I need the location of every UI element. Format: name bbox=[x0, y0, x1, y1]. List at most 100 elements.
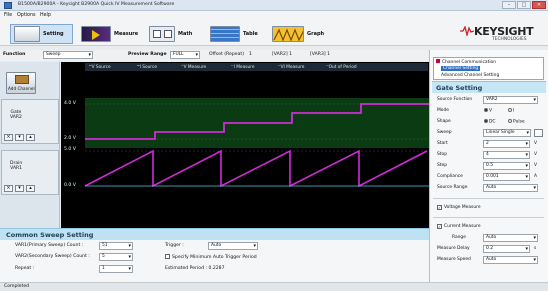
drain-plot-area bbox=[85, 148, 429, 214]
specify-period-option[interactable]: Specify Minimum Auto Trigger Period bbox=[165, 254, 257, 260]
status-bar: Completed bbox=[0, 282, 548, 291]
drain-channel-name: Drain VAR1 bbox=[10, 161, 23, 171]
sweep-plot-svg bbox=[84, 98, 429, 214]
drain-axis-bottom: 0.0 V bbox=[64, 183, 76, 188]
graph-icon bbox=[272, 26, 304, 42]
math-icon bbox=[149, 26, 175, 42]
preview-range-label: Preview Range bbox=[128, 52, 167, 57]
sweep-select[interactable]: Linear Single bbox=[483, 129, 531, 137]
voltage-measure-checkbox[interactable]: ✓ bbox=[437, 205, 442, 210]
measure-icon bbox=[81, 26, 111, 42]
app-icon bbox=[4, 2, 12, 9]
compliance-unit: A bbox=[534, 174, 538, 179]
var2-count-field[interactable]: 5 bbox=[99, 253, 133, 261]
drain-up-button[interactable]: ▴ bbox=[26, 185, 35, 192]
function-label: Function bbox=[3, 52, 26, 57]
gate-axis-top: 4.0 V bbox=[64, 101, 76, 106]
channel-panel: Add Channel Gate VAR2 × ▾ ▴ Drain VAR1 ×… bbox=[0, 62, 60, 228]
compliance-field[interactable]: 0.001 bbox=[483, 173, 530, 181]
step-label: Step bbox=[437, 163, 447, 168]
function-select[interactable]: Sweep bbox=[43, 51, 93, 59]
var2-offset: [VAR2] 1 bbox=[272, 52, 293, 57]
repeat-field[interactable]: 1 bbox=[99, 265, 133, 273]
gate-channel[interactable]: Gate VAR2 × ▾ ▴ bbox=[1, 99, 59, 144]
current-measure-option[interactable]: ✓ Current Measure bbox=[437, 224, 481, 229]
sweep-shape-icon bbox=[534, 129, 543, 137]
var2-count-label: VAR2(Secondary Sweep) Count : bbox=[15, 254, 90, 259]
sweep-preview-graph[interactable] bbox=[61, 62, 429, 228]
start-label: Start bbox=[437, 141, 448, 146]
range-label: Range bbox=[452, 235, 466, 240]
logo-sub: TECHNOLOGIES bbox=[492, 37, 527, 42]
range-select[interactable]: Auto bbox=[483, 234, 538, 242]
menu-help[interactable]: Help bbox=[40, 13, 51, 18]
legend-v-measure: ╌ V Measure bbox=[181, 64, 207, 70]
stop-field[interactable]: 4 bbox=[483, 151, 530, 159]
drain-down-button[interactable]: ▾ bbox=[15, 185, 24, 192]
source-range-select[interactable]: Auto bbox=[483, 184, 538, 192]
preview-range-select[interactable]: FULL bbox=[170, 51, 200, 59]
step-field[interactable]: 0.5 bbox=[483, 162, 530, 170]
var1-count-label: VAR1(Primary Sweep) Count : bbox=[15, 243, 84, 248]
menu-bar: File Options Help bbox=[0, 11, 548, 21]
app-window: B1500A/B2900A - Keysight B2900A Quick IV… bbox=[0, 0, 548, 291]
legend-out-of-period: ━ Out of Period bbox=[326, 64, 357, 70]
tree-item-advanced[interactable]: Advanced Channel Setting bbox=[441, 73, 499, 78]
legend-vi-measure: ╌ VI Measure bbox=[278, 64, 305, 70]
measure-delay-field[interactable]: 0.2 bbox=[483, 245, 530, 253]
mode-v-radio[interactable]: V bbox=[484, 108, 492, 114]
setting-icon bbox=[14, 26, 40, 42]
measure-speed-label: Measure Speed bbox=[437, 257, 471, 262]
source-function-label: Source Function bbox=[437, 97, 473, 102]
add-channel-button[interactable]: Add Channel bbox=[6, 72, 36, 94]
divider bbox=[433, 217, 544, 218]
gate-close-button[interactable]: × bbox=[4, 134, 13, 141]
legend-i-source: ━ I Source bbox=[137, 64, 157, 70]
measure-tab-button[interactable]: Measure bbox=[78, 24, 144, 44]
trigger-label: Trigger : bbox=[165, 243, 184, 248]
trigger-select[interactable]: Auto bbox=[208, 242, 258, 250]
gate-up-button[interactable]: ▴ bbox=[26, 134, 35, 141]
var1-count-field[interactable]: 51 bbox=[99, 242, 133, 250]
tree-item-communication[interactable]: Channel Communication bbox=[436, 59, 496, 65]
table-tab-button[interactable]: Table bbox=[207, 24, 265, 44]
shape-pulse-radio[interactable]: Pulse bbox=[508, 119, 525, 125]
shape-dc-radio[interactable]: DC bbox=[484, 119, 495, 125]
gate-setting-title: Gate Setting bbox=[436, 84, 483, 92]
specify-period-checkbox[interactable] bbox=[165, 254, 170, 259]
gate-channel-name: Gate VAR2 bbox=[10, 110, 22, 120]
source-function-select[interactable]: VAR2 bbox=[483, 96, 538, 104]
graph-label: Graph bbox=[307, 31, 325, 37]
var3-offset: [VAR3] 1 bbox=[310, 52, 331, 57]
add-channel-label: Add Channel bbox=[8, 86, 35, 91]
gate-down-button[interactable]: ▾ bbox=[15, 134, 24, 141]
tree-item-channel-setting[interactable]: Channel Setting bbox=[441, 66, 481, 71]
current-measure-checkbox[interactable]: ✓ bbox=[437, 224, 442, 229]
shape-label: Shape bbox=[437, 119, 451, 124]
legend-i-measure: ╌ I Measure bbox=[231, 64, 255, 70]
drain-channel[interactable]: Drain VAR1 × ▾ ▴ bbox=[1, 150, 59, 195]
status-text: Completed bbox=[4, 284, 30, 289]
common-sweep-title: Common Sweep Setting bbox=[6, 231, 94, 239]
close-button[interactable]: ✕ bbox=[532, 1, 546, 9]
setting-label: Setting bbox=[43, 31, 64, 37]
menu-file[interactable]: File bbox=[4, 13, 12, 18]
source-range-label: Source Range bbox=[437, 185, 468, 190]
menu-options[interactable]: Options bbox=[17, 13, 36, 18]
maximize-button[interactable]: □ bbox=[517, 1, 531, 9]
common-sweep-header: Common Sweep Setting bbox=[0, 228, 429, 240]
settings-tree: Channel Communication Channel Setting Ad… bbox=[433, 57, 544, 80]
graph-tab-button[interactable]: Graph bbox=[269, 24, 331, 44]
common-sweep-body: VAR1(Primary Sweep) Count : 51 VAR2(Seco… bbox=[0, 240, 429, 282]
drain-close-button[interactable]: × bbox=[4, 185, 13, 192]
step-unit: V bbox=[534, 163, 538, 168]
measure-label: Measure bbox=[114, 31, 139, 37]
minimize-button[interactable]: – bbox=[502, 1, 516, 9]
start-field[interactable]: 2 bbox=[483, 140, 530, 148]
voltage-measure-option[interactable]: ✓ Voltage Measure bbox=[437, 205, 481, 210]
math-tab-button[interactable]: Math bbox=[146, 24, 201, 44]
mode-i-radio[interactable]: I bbox=[508, 108, 514, 114]
start-unit: V bbox=[534, 141, 538, 146]
setting-tab-button[interactable]: Setting bbox=[10, 24, 73, 44]
measure-speed-select[interactable]: Auto bbox=[483, 256, 538, 264]
